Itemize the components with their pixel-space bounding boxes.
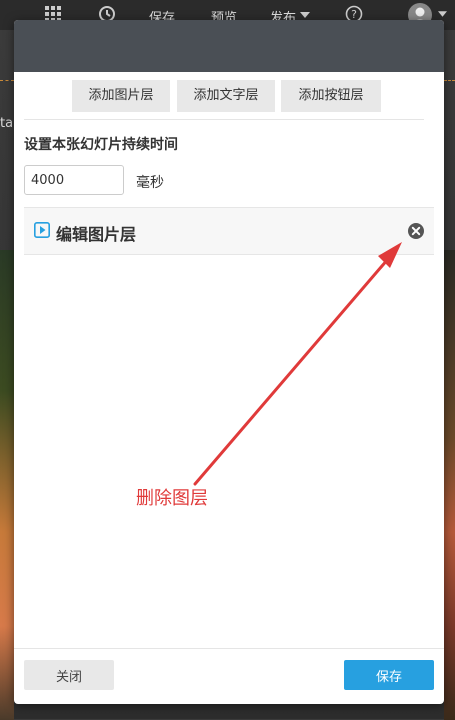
footer-divider xyxy=(14,648,444,649)
bg-guide-line xyxy=(0,80,14,81)
chevron-down-icon xyxy=(300,12,310,18)
edit-slide-modal: 添加图片层 添加文字层 添加按钮层 设置本张幻灯片持续时间 毫秒 编辑图片层 删… xyxy=(14,20,444,704)
annotation-arrow xyxy=(193,242,402,486)
bg-slide-image xyxy=(0,250,14,720)
close-button[interactable]: 关闭 xyxy=(24,660,114,690)
bg-guide-line xyxy=(444,80,455,81)
save-button[interactable]: 保存 xyxy=(344,660,434,690)
annotation-label: 删除图层 xyxy=(136,488,208,509)
bg-slide-image xyxy=(444,250,455,720)
bg-peek-text: ta xyxy=(0,116,14,131)
chevron-down-icon xyxy=(438,11,447,17)
